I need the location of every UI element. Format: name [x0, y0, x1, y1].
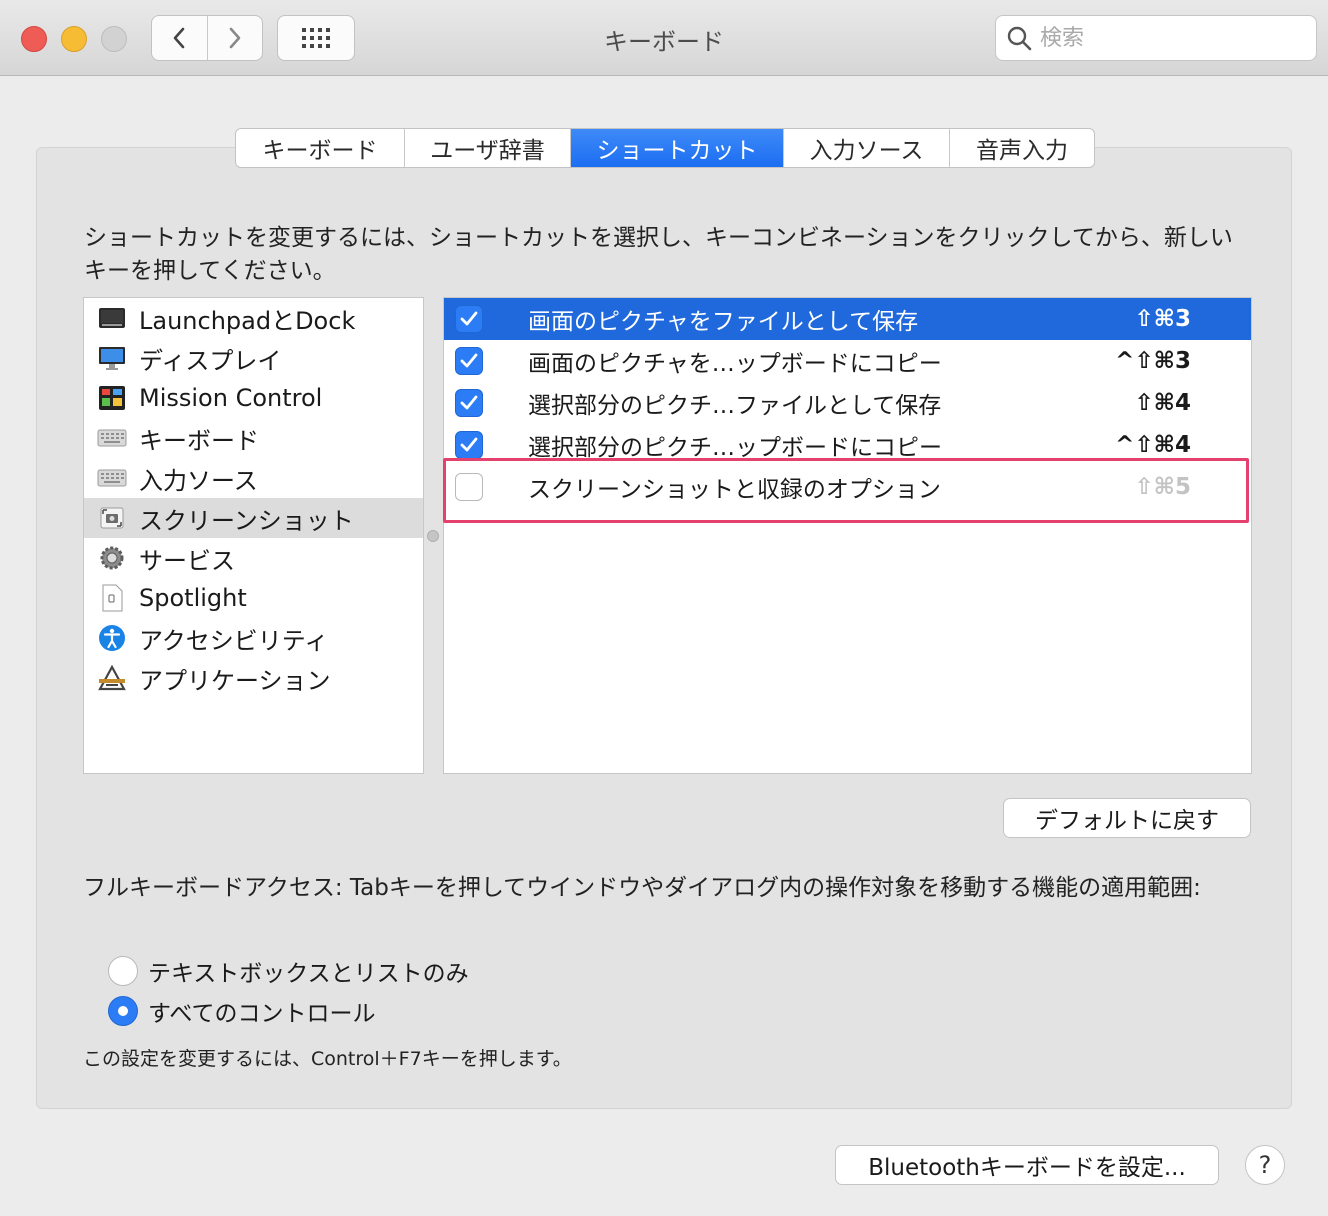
radio-button[interactable] [108, 956, 138, 986]
radio-label: すべてのコントロール [148, 1001, 376, 1027]
display-icon [97, 343, 127, 373]
checkmark-icon [460, 353, 478, 368]
restore-defaults-button[interactable]: デフォルトに戻す [1003, 798, 1251, 838]
shortcut-label: 選択部分のピクチ…ップボードにコピー [528, 435, 942, 461]
tab-user-dictionary[interactable]: ユーザ辞書 [405, 129, 571, 167]
category-keyboard[interactable]: キーボード [84, 418, 423, 458]
full-keyboard-access-label: フルキーボードアクセス: Tabキーを押してウインドウやダイアログ内の操作対象を… [83, 875, 1201, 901]
shortcut-row[interactable]: スクリーンショットと収録のオプション ⇧⌘5 [444, 466, 1251, 508]
category-label: アクセシビリティ [139, 626, 329, 655]
shortcut-checkbox[interactable] [455, 431, 483, 459]
shortcut-checkbox[interactable] [455, 305, 483, 333]
shortcut-keys[interactable]: ⇧⌘5 [1134, 474, 1191, 500]
category-label: アプリケーション [139, 666, 331, 695]
radio-all-controls[interactable]: すべてのコントロール [108, 994, 375, 1028]
shortcut-keys[interactable]: ⇧⌘3 [1134, 306, 1191, 332]
shortcut-label: 画面のピクチャを…ップボードにコピー [528, 351, 942, 377]
control-f7-note: この設定を変更するには、Control＋F7キーを押します。 [83, 1048, 572, 1070]
category-label: キーボード [139, 426, 259, 455]
category-label: Spotlight [139, 584, 247, 612]
category-label: サービス [139, 546, 235, 575]
tab-dictation[interactable]: 音声入力 [950, 129, 1094, 167]
category-services[interactable]: サービス [84, 538, 423, 578]
tab-keyboard[interactable]: キーボード [236, 129, 405, 167]
category-label: Mission Control [139, 384, 323, 412]
shortcut-checkbox[interactable] [455, 473, 483, 501]
shortcut-keys[interactable]: ^⇧⌘4 [1115, 432, 1191, 458]
shortcut-keys[interactable]: ⇧⌘4 [1134, 390, 1191, 416]
input-source-icon [97, 463, 127, 493]
category-label: スクリーンショット [139, 506, 354, 535]
split-view-handle[interactable] [427, 530, 439, 542]
shortcut-row[interactable]: 画面のピクチャを…ップボードにコピー ^⇧⌘3 [444, 340, 1251, 382]
screenshot-icon [97, 503, 127, 533]
checkmark-icon [460, 437, 478, 452]
tab-shortcuts[interactable]: ショートカット [571, 129, 784, 167]
tab-bar: キーボード ユーザ辞書 ショートカット 入力ソース 音声入力 [235, 128, 1095, 168]
accessibility-icon [97, 623, 127, 653]
search-input[interactable] [1040, 25, 1300, 51]
category-screenshots[interactable]: スクリーンショット [84, 498, 423, 538]
services-gear-icon [97, 543, 127, 573]
radio-label: テキストボックスとリストのみ [148, 961, 469, 987]
shortcut-label: スクリーンショットと収録のオプション [528, 477, 941, 503]
category-label: ディスプレイ [139, 346, 282, 375]
spotlight-icon [97, 583, 127, 613]
shortcut-checkbox[interactable] [455, 347, 483, 375]
keyboard-icon [97, 423, 127, 453]
search-icon [1007, 26, 1032, 51]
category-applications[interactable]: アプリケーション [84, 658, 423, 698]
checkmark-icon [460, 395, 478, 410]
category-display[interactable]: ディスプレイ [84, 338, 423, 378]
checkmark-icon [460, 311, 478, 326]
tab-input-sources[interactable]: 入力ソース [784, 129, 950, 167]
category-accessibility[interactable]: アクセシビリティ [84, 618, 423, 658]
help-button[interactable]: ? [1245, 1145, 1285, 1185]
category-label: 入力ソース [139, 466, 258, 495]
launchpad-dock-icon [97, 303, 127, 333]
shortcut-keys[interactable]: ^⇧⌘3 [1115, 348, 1191, 374]
category-launchpad-dock[interactable]: LaunchpadとDock [84, 298, 423, 338]
setup-bluetooth-keyboard-button[interactable]: Bluetoothキーボードを設定... [835, 1145, 1219, 1185]
shortcut-checkbox[interactable] [455, 389, 483, 417]
search-field[interactable] [995, 15, 1317, 61]
category-input-sources[interactable]: 入力ソース [84, 458, 423, 498]
shortcut-row[interactable]: 画面のピクチャをファイルとして保存 ⇧⌘3 [444, 298, 1251, 340]
radio-button[interactable] [108, 996, 138, 1026]
shortcut-list: 画面のピクチャをファイルとして保存 ⇧⌘3 画面のピクチャを…ップボードにコピー… [443, 297, 1252, 774]
category-mission-control[interactable]: Mission Control [84, 378, 423, 418]
category-spotlight[interactable]: Spotlight [84, 578, 423, 618]
shortcut-row[interactable]: 選択部分のピクチ…ップボードにコピー ^⇧⌘4 [444, 424, 1251, 466]
shortcut-description: ショートカットを変更するには、ショートカットを選択し、キーコンビネーションをクリ… [84, 225, 1233, 284]
title-bar: キーボード [0, 0, 1328, 76]
shortcut-label: 画面のピクチャをファイルとして保存 [528, 309, 919, 335]
radio-text-boxes-and-lists[interactable]: テキストボックスとリストのみ [108, 954, 469, 988]
shortcut-label: 選択部分のピクチ…ファイルとして保存 [528, 393, 942, 419]
applications-icon [97, 663, 127, 693]
mission-control-icon [97, 383, 127, 413]
shortcut-row[interactable]: 選択部分のピクチ…ファイルとして保存 ⇧⌘4 [444, 382, 1251, 424]
category-label: LaunchpadとDock [139, 306, 356, 335]
category-list: LaunchpadとDock ディスプレイ Mission Control キー… [83, 297, 424, 774]
